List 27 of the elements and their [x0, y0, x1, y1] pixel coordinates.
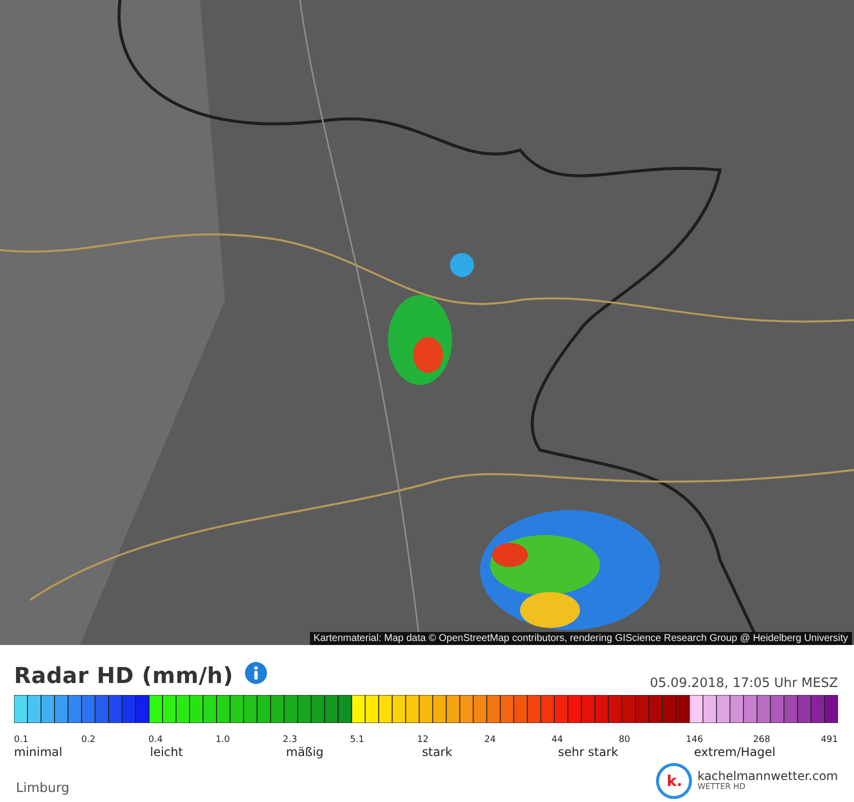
scale-tick-label: 0.4	[148, 735, 163, 745]
info-icon[interactable]	[245, 662, 268, 684]
brand-name: kachelmannwetter.com	[697, 770, 838, 783]
timestamp: 05.09.2018, 17:05 Uhr MESZ	[650, 676, 838, 690]
logo-icon: k.	[656, 763, 692, 799]
scale-tick-label: 0.2	[81, 735, 96, 745]
scale-tick-label: 80	[618, 735, 630, 745]
scale-tick-label: 24	[484, 735, 496, 745]
scale-tick-label: 146	[686, 735, 704, 745]
brand-tagline: WETTER HD	[697, 783, 746, 792]
scale-tick-label: 491	[820, 735, 838, 745]
scale-tick-label: 1.0	[216, 735, 230, 745]
scale-tick-label: 268	[753, 735, 770, 745]
category-label: stark	[422, 745, 452, 759]
scale-tick-label: 44	[552, 735, 563, 745]
category-label: extrem/Hagel	[694, 745, 776, 759]
legend-title: Radar HD (mm/h)	[14, 664, 234, 688]
scale-tick-label: 0.1	[14, 735, 28, 745]
scale-tick-label: 12	[417, 735, 429, 745]
category-label: minimal	[14, 745, 62, 759]
map-attribution: Kartenmaterial: Map data © OpenStreetMap contributors, rendering GIScience Research Group @ Heidelberg University	[310, 632, 852, 645]
scale-tick-label: 2.3	[282, 735, 298, 745]
category-label: leicht	[150, 745, 183, 759]
scale-tick-label: 5.1	[350, 735, 364, 745]
category-label: mäßig	[286, 745, 324, 759]
region-label: Limburg	[16, 781, 70, 796]
category-label: sehr stark	[558, 745, 618, 759]
